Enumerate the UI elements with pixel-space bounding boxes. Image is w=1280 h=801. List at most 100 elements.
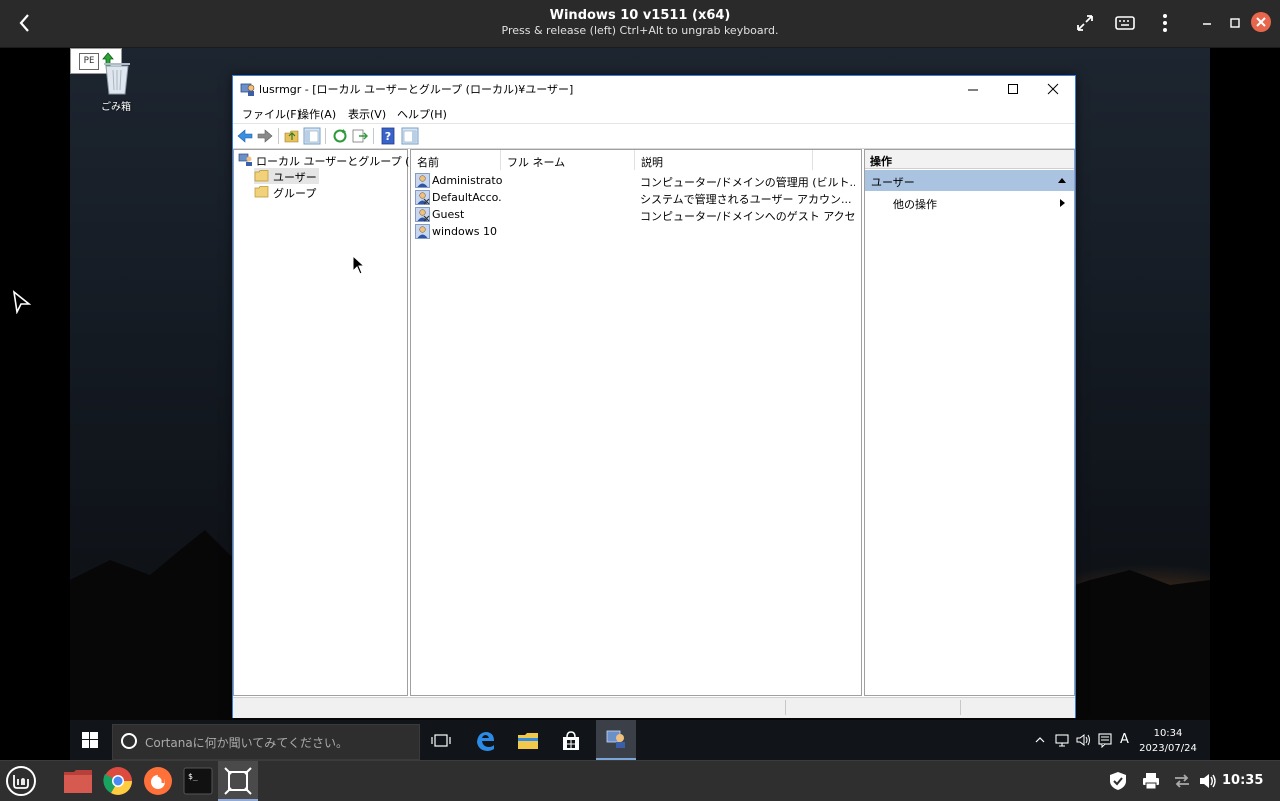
user-icon xyxy=(415,207,430,222)
table-row[interactable]: windows 10 xyxy=(411,223,861,240)
show-hide-tree-icon[interactable] xyxy=(303,127,321,145)
maximize-icon xyxy=(1008,84,1018,94)
action-section-label: ユーザー xyxy=(871,176,915,189)
user-description: コンピューター/ドメインへのゲスト アクセ... xyxy=(640,210,855,223)
window-titlebar[interactable]: lusrmgr - [ローカル ユーザーとグループ (ローカル)¥ユーザー] xyxy=(233,76,1075,103)
network-icon[interactable] xyxy=(1054,732,1070,748)
window-close-button[interactable] xyxy=(1033,76,1073,103)
host-clock[interactable]: 10:35 xyxy=(1222,773,1263,788)
windows-taskbar: Cortanaに何か聞いてみてください。 A 10:34 2023/07/24 xyxy=(70,720,1210,760)
status-segment xyxy=(960,700,1075,715)
close-icon xyxy=(1047,83,1059,95)
fullscreen-icon[interactable] xyxy=(1074,12,1096,34)
help-icon[interactable]: ? xyxy=(379,127,397,145)
lusrmgr-app-icon xyxy=(240,83,255,96)
user-description: コンピューター/ドメインの管理用 (ビルト... xyxy=(640,176,855,189)
keyboard-icon[interactable] xyxy=(1114,12,1136,34)
vm-viewer-icon xyxy=(224,767,252,795)
tree-item-users[interactable]: ユーザー xyxy=(254,168,319,184)
edge-browser-icon[interactable] xyxy=(470,726,500,756)
store-icon[interactable] xyxy=(556,726,586,756)
toolbar-separator xyxy=(325,128,326,144)
action-center-icon[interactable] xyxy=(1097,732,1113,748)
recycle-bin-icon[interactable] xyxy=(100,56,134,96)
action-section-users[interactable]: ユーザー xyxy=(865,170,1074,191)
column-header-fullname[interactable]: フル ネーム xyxy=(501,150,635,170)
shield-icon[interactable] xyxy=(1108,771,1128,791)
up-folder-icon[interactable] xyxy=(283,127,301,145)
action-more-actions[interactable]: 他の操作 xyxy=(865,193,1074,213)
user-name: Administrator xyxy=(432,174,502,187)
chrome-icon[interactable] xyxy=(102,765,134,797)
guest-desktop: PE ごみ箱 lusrmgr - [ローカル ユーザーとグループ (ローカル)¥… xyxy=(70,48,1210,720)
table-row[interactable]: Guest コンピューター/ドメインへのゲスト アクセ... xyxy=(411,206,861,223)
volume-icon[interactable] xyxy=(1198,771,1218,791)
more-menu-icon[interactable] xyxy=(1154,12,1176,34)
terminal-icon[interactable]: $_ xyxy=(182,765,214,797)
action-pane: 操作 ユーザー 他の操作 xyxy=(864,149,1075,696)
minimize-icon[interactable] xyxy=(1196,12,1218,34)
user-icon xyxy=(415,173,430,188)
window-minimize-button[interactable] xyxy=(953,76,993,103)
play-cursor-icon xyxy=(12,290,32,314)
close-button[interactable] xyxy=(1251,12,1271,32)
back-icon[interactable] xyxy=(236,127,254,145)
tree-item-groups-label: グループ xyxy=(273,187,317,200)
cortana-search-placeholder: Cortanaに何か聞いてみてください。 xyxy=(145,736,348,750)
action-pane-header: 操作 xyxy=(865,150,1074,169)
cortana-search-box[interactable]: Cortanaに何か聞いてみてください。 xyxy=(112,724,420,760)
firefox-icon[interactable] xyxy=(142,765,174,797)
menu-view[interactable]: 表示(V) xyxy=(348,106,386,122)
taskbar-vm-viewer-button[interactable] xyxy=(218,761,258,801)
action-more-actions-label: 他の操作 xyxy=(893,198,937,211)
printer-icon[interactable] xyxy=(1141,771,1161,791)
user-icon xyxy=(415,224,430,239)
menu-bar: ファイル(F) 操作(A) 表示(V) ヘルプ(H) xyxy=(233,103,1075,123)
mint-menu-icon[interactable] xyxy=(5,765,37,797)
user-name: DefaultAcco... xyxy=(432,191,502,204)
volume-icon[interactable] xyxy=(1075,732,1091,748)
submenu-arrow-icon xyxy=(1060,199,1065,207)
viewer-header: Windows 10 v1511 (x64) Press & release (… xyxy=(0,0,1280,48)
menu-file[interactable]: ファイル(F) xyxy=(242,106,301,122)
menu-help[interactable]: ヘルプ(H) xyxy=(397,106,447,122)
lusrmgr-window: lusrmgr - [ローカル ユーザーとグループ (ローカル)¥ユーザー] フ… xyxy=(232,75,1076,718)
taskbar-lusrmgr-button[interactable] xyxy=(596,720,636,760)
lusrmgr-app-icon xyxy=(606,730,625,748)
column-header-name[interactable]: 名前 xyxy=(411,150,501,170)
table-row[interactable]: Administrator コンピューター/ドメインの管理用 (ビルト... xyxy=(411,172,861,189)
svg-text:?: ? xyxy=(385,130,391,143)
tree-pane: ローカル ユーザーとグループ (ローカル) ユーザー グループ xyxy=(233,149,458,696)
windows-clock-date: 2023/07/24 xyxy=(1139,743,1197,754)
task-view-icon[interactable] xyxy=(426,726,456,756)
refresh-icon[interactable] xyxy=(331,127,349,145)
show-hide-action-pane-icon[interactable] xyxy=(401,127,419,145)
network-transfer-icon[interactable] xyxy=(1172,771,1192,791)
show-hidden-icons-icon[interactable] xyxy=(1034,732,1046,748)
collapse-up-icon xyxy=(1058,178,1066,183)
toolbar-separator xyxy=(373,128,374,144)
menu-action[interactable]: 操作(A) xyxy=(298,106,336,122)
maximize-icon[interactable] xyxy=(1224,12,1246,34)
windows-clock[interactable]: 10:34 2023/07/24 xyxy=(1132,726,1204,756)
computer-users-icon xyxy=(238,153,252,166)
window-title: lusrmgr - [ローカル ユーザーとグループ (ローカル)¥ユーザー] xyxy=(259,83,574,96)
column-header-description[interactable]: 説明 xyxy=(635,150,813,170)
host-panel: $_ 10:35 xyxy=(0,760,1280,801)
forward-icon[interactable] xyxy=(256,127,274,145)
export-list-icon[interactable] xyxy=(351,127,369,145)
file-explorer-icon[interactable] xyxy=(513,726,543,756)
cortana-icon xyxy=(121,733,137,749)
host-left-margin xyxy=(0,48,70,760)
ime-indicator[interactable]: A xyxy=(1120,732,1129,748)
windows-start-icon[interactable] xyxy=(82,732,98,748)
table-row[interactable]: DefaultAcco... システムで管理されるユーザー アカウン... xyxy=(411,189,861,206)
toolbar: ? xyxy=(233,123,1075,149)
toolbar-separator xyxy=(278,128,279,144)
user-name: Guest xyxy=(432,208,465,221)
files-icon[interactable] xyxy=(62,765,94,797)
window-maximize-button[interactable] xyxy=(993,76,1033,103)
user-name: windows 10 xyxy=(432,225,497,238)
tree-item-users-label: ユーザー xyxy=(273,171,317,184)
recycle-bin-label: ごみ箱 xyxy=(101,102,131,113)
